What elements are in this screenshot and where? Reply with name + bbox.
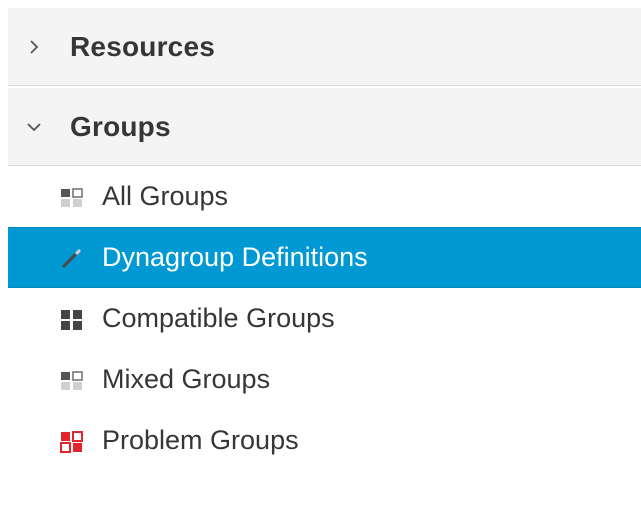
nav-item-problem-groups[interactable]: Problem Groups (8, 410, 641, 471)
nav-item-label: Mixed Groups (102, 364, 271, 394)
compatible-groups-icon (60, 307, 84, 331)
nav-item-label: Compatible Groups (102, 303, 335, 333)
chevron-right-icon (26, 39, 42, 55)
nav-item-label: Problem Groups (102, 425, 299, 455)
navigation-panel: Resources Groups All Groups Dynagroup De… (0, 0, 641, 519)
mixed-groups-icon (60, 185, 84, 209)
nav-item-label: Dynagroup Definitions (102, 242, 368, 272)
section-groups-label: Groups (70, 110, 171, 142)
section-resources-label: Resources (70, 30, 215, 62)
nav-item-dynagroup-definitions[interactable]: Dynagroup Definitions (8, 227, 641, 288)
nav-item-all-groups[interactable]: All Groups (8, 166, 641, 227)
nav-item-label: All Groups (102, 181, 229, 211)
nav-item-mixed-groups[interactable]: Mixed Groups (8, 349, 641, 410)
pencil-icon (60, 246, 84, 270)
problem-groups-icon (60, 429, 84, 453)
chevron-down-icon (26, 119, 42, 135)
mixed-groups-icon (60, 368, 84, 392)
nav-item-compatible-groups[interactable]: Compatible Groups (8, 288, 641, 349)
section-resources[interactable]: Resources (8, 8, 641, 86)
groups-item-list: All Groups Dynagroup Definitions Compati… (8, 166, 641, 471)
section-groups[interactable]: Groups (8, 88, 641, 166)
